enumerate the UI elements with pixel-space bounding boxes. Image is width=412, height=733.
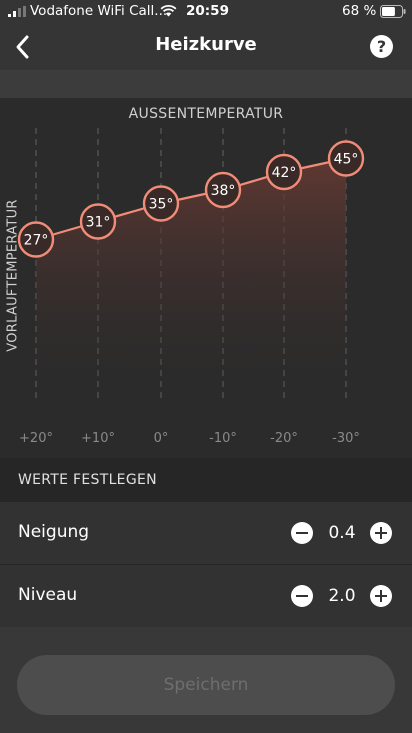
curve-point-2[interactable]: 35° [142, 185, 180, 222]
niveau-increase-button[interactable] [370, 585, 392, 607]
curve-point-4[interactable]: 42° [265, 153, 303, 191]
settings-row-niveau: Niveau 2.0 [0, 565, 412, 627]
plus-icon-vertical [380, 527, 382, 539]
point-value-label: 38° [211, 183, 236, 199]
battery-percent: 68 % [342, 3, 377, 19]
niveau-value: 2.0 [328, 586, 356, 606]
plus-icon-vertical [380, 590, 382, 602]
help-button[interactable]: ? [370, 35, 393, 58]
niveau-decrease-button[interactable] [291, 585, 313, 607]
save-button[interactable]: Speichern [17, 655, 395, 715]
nav-bar: Heizkurve ? [0, 24, 412, 70]
neigung-value: 0.4 [328, 523, 356, 543]
x-tick-label: +20° [19, 431, 53, 446]
bottom-action-area: Speichern [0, 627, 412, 733]
point-value-label: 27° [24, 233, 49, 249]
curve-point-3[interactable]: 38° [204, 171, 242, 209]
settings-row-neigung: Neigung 0.4 [0, 502, 412, 564]
settings-section-header: WERTE FESTLEGEN [0, 458, 412, 502]
curve-point-1[interactable]: 31° [79, 203, 117, 240]
x-tick-label: +10° [81, 431, 115, 446]
curve-point-0[interactable]: 27° [17, 221, 55, 258]
page-title: Heizkurve [155, 34, 257, 55]
x-tick-label: -10° [209, 431, 237, 446]
point-value-label: 45° [334, 152, 359, 168]
neigung-increase-button[interactable] [370, 522, 392, 544]
neigung-label: Neigung [18, 522, 90, 542]
section-title: WERTE FESTLEGEN [18, 472, 157, 488]
chart-plot: 27° 31° 35° 38° 42° 45° +20° +10° 0° -10° -20° -30… [17, 128, 365, 446]
wifi-icon [160, 4, 177, 17]
neigung-decrease-button[interactable] [291, 522, 313, 544]
point-value-label: 42° [272, 165, 297, 181]
cell-signal-icon [8, 6, 26, 17]
x-tick-label: 0° [154, 431, 169, 446]
battery-icon [380, 5, 406, 18]
curve-point-5[interactable]: 45° [327, 140, 365, 177]
minus-icon [296, 595, 308, 597]
heating-curve-chart: AUSSENTEMPERATUR VORLAUFTEMPERATUR 27° 31… [0, 98, 412, 458]
carrier-name: Vodafone WiFi Call... [30, 3, 168, 19]
status-bar: Vodafone WiFi Call... 20:59 68 % [0, 0, 412, 24]
x-tick-label: -20° [270, 431, 298, 446]
clock: 20:59 [186, 3, 229, 19]
header-band [0, 70, 412, 98]
point-value-label: 31° [86, 215, 111, 231]
point-value-label: 35° [149, 197, 174, 213]
niveau-label: Niveau [18, 585, 78, 605]
curve-area [36, 158, 346, 398]
minus-icon [296, 532, 308, 534]
x-tick-label: -30° [332, 431, 360, 446]
